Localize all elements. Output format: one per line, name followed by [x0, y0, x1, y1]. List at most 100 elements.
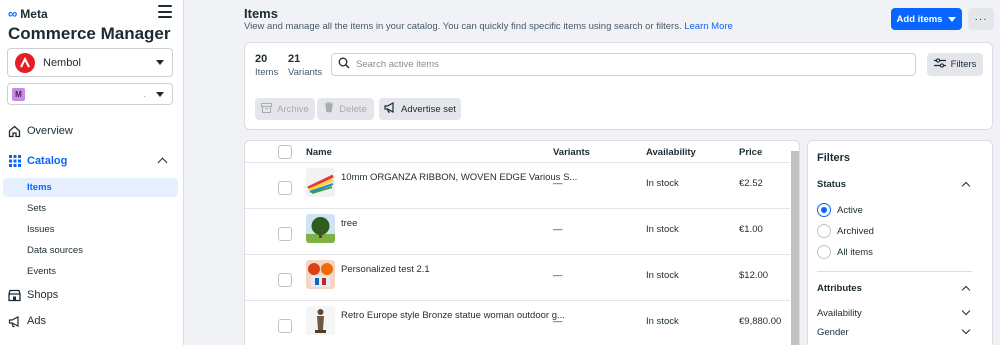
items-count-label: Items — [255, 67, 279, 78]
meta-infinity-icon: ∞ — [8, 6, 18, 21]
column-header-name[interactable]: Name — [306, 147, 332, 158]
filters-button[interactable]: Filters — [927, 53, 983, 76]
add-items-button[interactable]: Add items — [891, 8, 962, 30]
attribute-gender[interactable]: Gender — [817, 327, 849, 338]
items-toolbar-card: 20 Items 21 Variants Filters Archive Del… — [244, 42, 993, 130]
delete-button[interactable]: Delete — [317, 98, 374, 120]
select-all-checkbox[interactable] — [278, 145, 292, 159]
business-logo — [15, 52, 35, 73]
product-name[interactable]: tree — [341, 218, 357, 229]
nav-shops-label: Shops — [27, 289, 59, 301]
menu-icon[interactable] — [158, 5, 172, 18]
table-row[interactable]: 10mm ORGANZA RIBBON, WOVEN EDGE Various … — [245, 162, 790, 207]
status-radio-all-items[interactable] — [817, 245, 831, 259]
delete-label: Delete — [339, 103, 367, 115]
chevron-up-icon — [157, 157, 168, 168]
status-label-active: Active — [837, 205, 863, 216]
items-count: 20 Items — [255, 53, 278, 78]
status-section-title[interactable]: Status — [817, 179, 846, 190]
meta-logo[interactable]: ∞ Meta — [8, 6, 48, 21]
megaphone-icon — [8, 315, 21, 328]
items-table: Name Variants Availability Price 10mm OR… — [244, 140, 800, 345]
more-options-button[interactable]: ··· — [968, 8, 994, 30]
archive-label: Archive — [277, 103, 309, 115]
chevron-down-icon[interactable] — [961, 306, 971, 316]
meta-logo-text: Meta — [20, 6, 48, 21]
price-cell: €1.00 — [739, 224, 763, 235]
advertise-set-button[interactable]: Advertise set — [379, 98, 461, 120]
divider — [817, 271, 972, 272]
nav-catalog-label: Catalog — [27, 155, 68, 167]
page-subtitle: View and manage all the items in your ca… — [244, 21, 733, 32]
learn-more-link[interactable]: Learn More — [684, 21, 733, 32]
status-radio-archived[interactable] — [817, 224, 831, 238]
sidebar-item-items[interactable]: Items — [3, 178, 178, 197]
search-box[interactable] — [331, 53, 916, 76]
product-thumbnail — [306, 260, 335, 289]
chevron-down-icon — [948, 16, 957, 22]
archive-icon — [261, 102, 273, 116]
row-checkbox[interactable] — [278, 181, 292, 195]
product-thumbnail — [306, 214, 335, 243]
chevron-down-icon — [156, 91, 164, 97]
variants-cell: — — [553, 316, 563, 327]
advertise-set-label: Advertise set — [401, 103, 456, 115]
status-label-archived: Archived — [837, 226, 874, 237]
product-name[interactable]: 10mm ORGANZA RIBBON, WOVEN EDGE Various … — [341, 172, 577, 183]
catalog-badge: M — [12, 87, 25, 101]
availability-cell: In stock — [646, 316, 679, 327]
nav-ads-label: Ads — [27, 315, 46, 327]
product-name[interactable]: Personalized test 2.1 — [341, 264, 430, 275]
attribute-availability[interactable]: Availability — [817, 308, 862, 319]
chevron-up-icon[interactable] — [961, 285, 971, 295]
nav-shops[interactable]: Shops — [0, 284, 184, 306]
table-scrollbar[interactable] — [791, 151, 799, 345]
nav-overview[interactable]: Overview — [0, 120, 184, 142]
filters-panel-title: Filters — [817, 152, 851, 164]
column-header-variants[interactable]: Variants — [553, 147, 590, 158]
attributes-section-title[interactable]: Attributes — [817, 283, 862, 294]
app-title: Commerce Manager — [8, 24, 171, 43]
shop-icon — [8, 289, 21, 302]
catalog-name: . — [143, 89, 147, 99]
page-subtitle-text: View and manage all the items in your ca… — [244, 21, 682, 32]
table-row[interactable]: Retro Europe style Bronze statue woman o… — [245, 300, 790, 345]
archive-button[interactable]: Archive — [255, 98, 315, 120]
availability-cell: In stock — [646, 270, 679, 281]
nav-catalog[interactable]: Catalog — [0, 150, 184, 172]
catalog-selector[interactable]: M . — [7, 83, 173, 105]
chevron-down-icon[interactable] — [961, 325, 971, 335]
price-cell: €9,880.00 — [739, 316, 782, 327]
product-name[interactable]: Retro Europe style Bronze statue woman o… — [341, 310, 565, 321]
business-selector[interactable]: Nembol — [7, 48, 173, 77]
sidebar-item-issues[interactable]: Issues — [3, 220, 178, 239]
nav-ads[interactable]: Ads — [0, 310, 184, 332]
column-header-price[interactable]: Price — [739, 147, 762, 158]
chevron-up-icon[interactable] — [961, 181, 971, 191]
row-checkbox[interactable] — [278, 227, 292, 241]
price-cell: €2.52 — [739, 178, 763, 189]
sidebar-item-sets[interactable]: Sets — [3, 199, 178, 218]
page-title: Items — [244, 6, 278, 21]
search-icon — [338, 57, 350, 72]
column-header-availability[interactable]: Availability — [646, 147, 696, 158]
grid-icon — [8, 155, 21, 168]
variants-count-label: Variants — [288, 67, 323, 78]
search-input[interactable] — [356, 59, 896, 70]
scrollbar-thumb[interactable] — [791, 151, 799, 345]
home-icon — [8, 125, 21, 138]
table-row[interactable]: Personalized test 2.1 — In stock $12.00 — [245, 254, 790, 299]
product-thumbnail — [306, 168, 335, 197]
sidebar-item-events[interactable]: Events — [3, 262, 178, 281]
table-row[interactable]: tree — In stock €1.00 — [245, 208, 790, 253]
business-name: Nembol — [43, 56, 81, 69]
items-count-value: 20 — [255, 53, 268, 65]
megaphone-icon — [384, 101, 396, 116]
row-checkbox[interactable] — [278, 273, 292, 287]
status-radio-active[interactable] — [817, 203, 831, 217]
sidebar-item-data-sources[interactable]: Data sources — [3, 241, 178, 260]
price-cell: $12.00 — [739, 270, 769, 281]
row-checkbox[interactable] — [278, 319, 292, 333]
sliders-icon — [933, 58, 946, 71]
filters-button-label: Filters — [950, 59, 977, 70]
